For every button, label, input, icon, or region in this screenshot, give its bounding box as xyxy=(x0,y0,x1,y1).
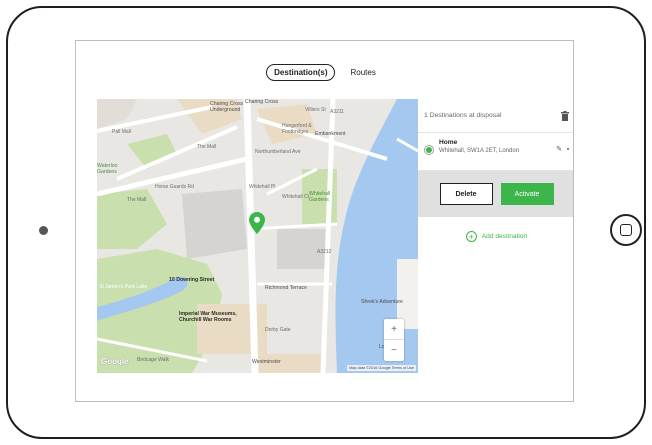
delete-button[interactable]: Delete xyxy=(439,183,493,205)
trash-icon[interactable] xyxy=(561,110,569,121)
label-birdcage: Birdcage Walk xyxy=(137,357,170,363)
panel-header: 1 Destinations at disposal xyxy=(418,99,573,133)
label-st-james-lake: St James's Park Lake xyxy=(99,284,148,290)
tab-destinations[interactable]: Destination(s) xyxy=(266,64,336,81)
app-screen: Destination(s) Routes Charing Cross Unde… xyxy=(75,40,574,402)
label-a3212: A3212 xyxy=(317,249,332,255)
destination-name: Home xyxy=(439,139,458,146)
destinations-panel: 1 Destinations at disposal Home Whitehal… xyxy=(418,99,573,373)
label-charing-cross-underground: Charing Cross Underground xyxy=(210,101,244,113)
label-shreks: Shrek's Adventure xyxy=(361,299,403,305)
zoom-in-button[interactable]: + xyxy=(384,319,404,340)
label-hungerford: Hungerford & Footbridges xyxy=(282,123,312,135)
zoom-out-button[interactable]: − xyxy=(384,340,404,360)
label-pall-mall: Pall Mall xyxy=(112,129,131,135)
label-a3211: A3211 xyxy=(330,109,345,115)
more-dot-icon[interactable] xyxy=(567,148,569,150)
label-downing-street: 10 Downing Street xyxy=(169,277,215,283)
map-canvas xyxy=(97,99,418,373)
radio-selected-indicator xyxy=(426,147,432,153)
label-the-mall-2: The Mall xyxy=(127,197,147,203)
camera-dot xyxy=(39,226,48,235)
label-villiers: Villiers St xyxy=(305,107,326,113)
label-whitehall-pl: Whitehall Pl xyxy=(249,184,276,190)
label-the-mall: The Mall xyxy=(197,144,217,150)
label-whitehall-ct: Whitehall Ct xyxy=(282,194,309,200)
add-destination-link[interactable]: + Add destination xyxy=(418,231,573,242)
label-richmond-terrace: Richmond Terrace xyxy=(265,285,307,291)
label-northumberland: Northumberland Ave xyxy=(255,149,301,155)
label-whitehall-gardens: Whitehall Gardens xyxy=(309,191,331,203)
tab-bar: Destination(s) Routes xyxy=(76,64,573,81)
add-destination-label: Add destination xyxy=(481,233,528,240)
destination-address: Whitehall, SW1A 2ET, London xyxy=(439,148,520,154)
destination-text: Home Whitehall, SW1A 2ET, London xyxy=(439,139,551,154)
tab-routes[interactable]: Routes xyxy=(343,65,382,80)
edit-pencil-icon[interactable]: ✎ xyxy=(556,145,562,153)
label-derby-gate: Derby Gate xyxy=(265,327,291,333)
label-westminster: Westminster xyxy=(252,359,281,365)
destinations-count: 1 Destinations at disposal xyxy=(424,112,502,119)
zoom-control: + − xyxy=(384,319,404,361)
destination-item[interactable]: Home Whitehall, SW1A 2ET, London ✎ xyxy=(418,133,573,171)
map-view[interactable]: Charing Cross Underground Charing Cross … xyxy=(97,99,419,373)
label-horse-guards: Horse Guards Rd xyxy=(155,184,194,190)
home-icon xyxy=(620,224,632,236)
label-embankment: Embankment xyxy=(315,131,346,137)
google-logo: Google xyxy=(101,357,129,366)
home-button[interactable] xyxy=(610,214,642,246)
location-pin-icon[interactable] xyxy=(249,212,265,234)
destination-radio[interactable] xyxy=(424,145,434,155)
activate-button[interactable]: Activate xyxy=(500,183,554,205)
label-charing-cross: Charing Cross xyxy=(245,99,279,105)
destination-actions: ✎ xyxy=(556,145,569,153)
label-waterloo-gardens: Waterloo Gardens xyxy=(97,163,118,175)
add-circle-icon: + xyxy=(465,231,477,242)
action-bar: Delete Activate xyxy=(418,171,573,217)
map-attribution[interactable]: Map data ©2016 Google Terms of Use xyxy=(347,365,416,371)
label-imperial-war: Imperial War Museums, Churchill War Room… xyxy=(179,311,237,323)
